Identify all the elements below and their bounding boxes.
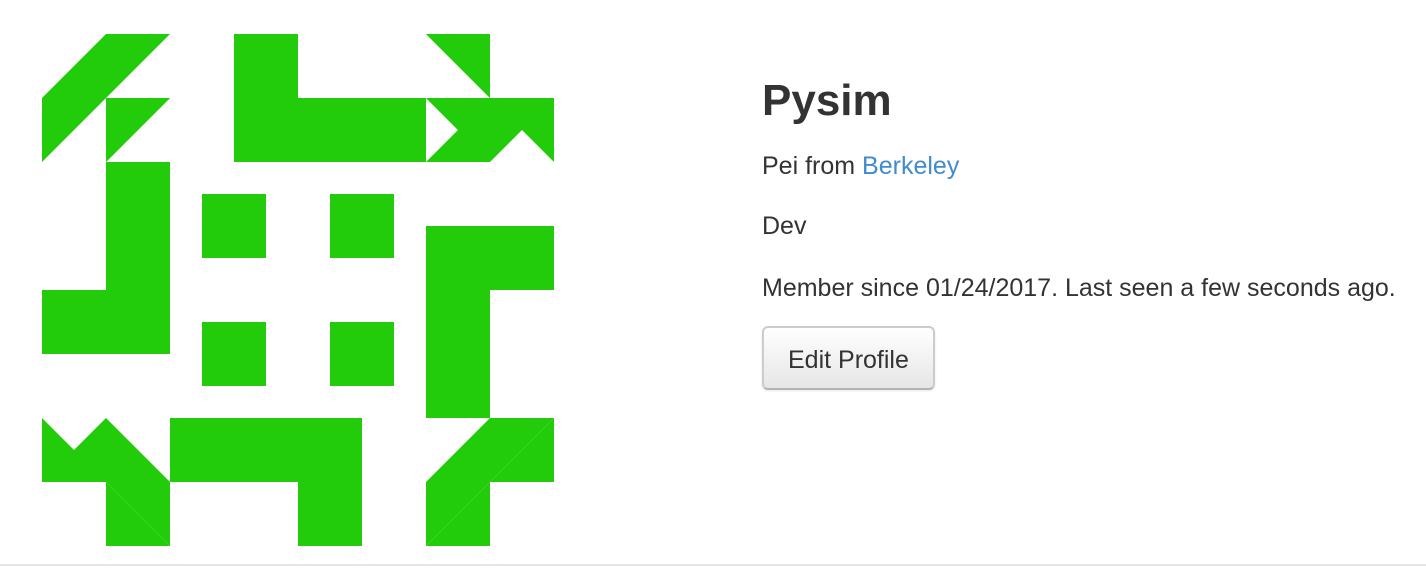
identicon-icon — [42, 34, 554, 546]
page-title: Pysim — [762, 76, 892, 125]
name-location: Pei from Berkeley — [762, 148, 1422, 184]
real-name: Pei — [762, 152, 799, 180]
member-since: Member since 01/24/2017. Last seen a few… — [762, 274, 1396, 302]
location-link[interactable]: Berkeley — [862, 152, 959, 180]
about-me: Dev — [762, 212, 807, 240]
from-label: from — [805, 152, 856, 180]
profile-details: Pysim Pei from Berkeley Dev Member since… — [762, 74, 1422, 390]
divider — [0, 564, 1426, 566]
user-profile-page: Pysim Pei from Berkeley Dev Member since… — [0, 0, 1426, 582]
edit-profile-button[interactable]: Edit Profile — [762, 326, 935, 390]
identicon-pattern — [42, 34, 554, 546]
